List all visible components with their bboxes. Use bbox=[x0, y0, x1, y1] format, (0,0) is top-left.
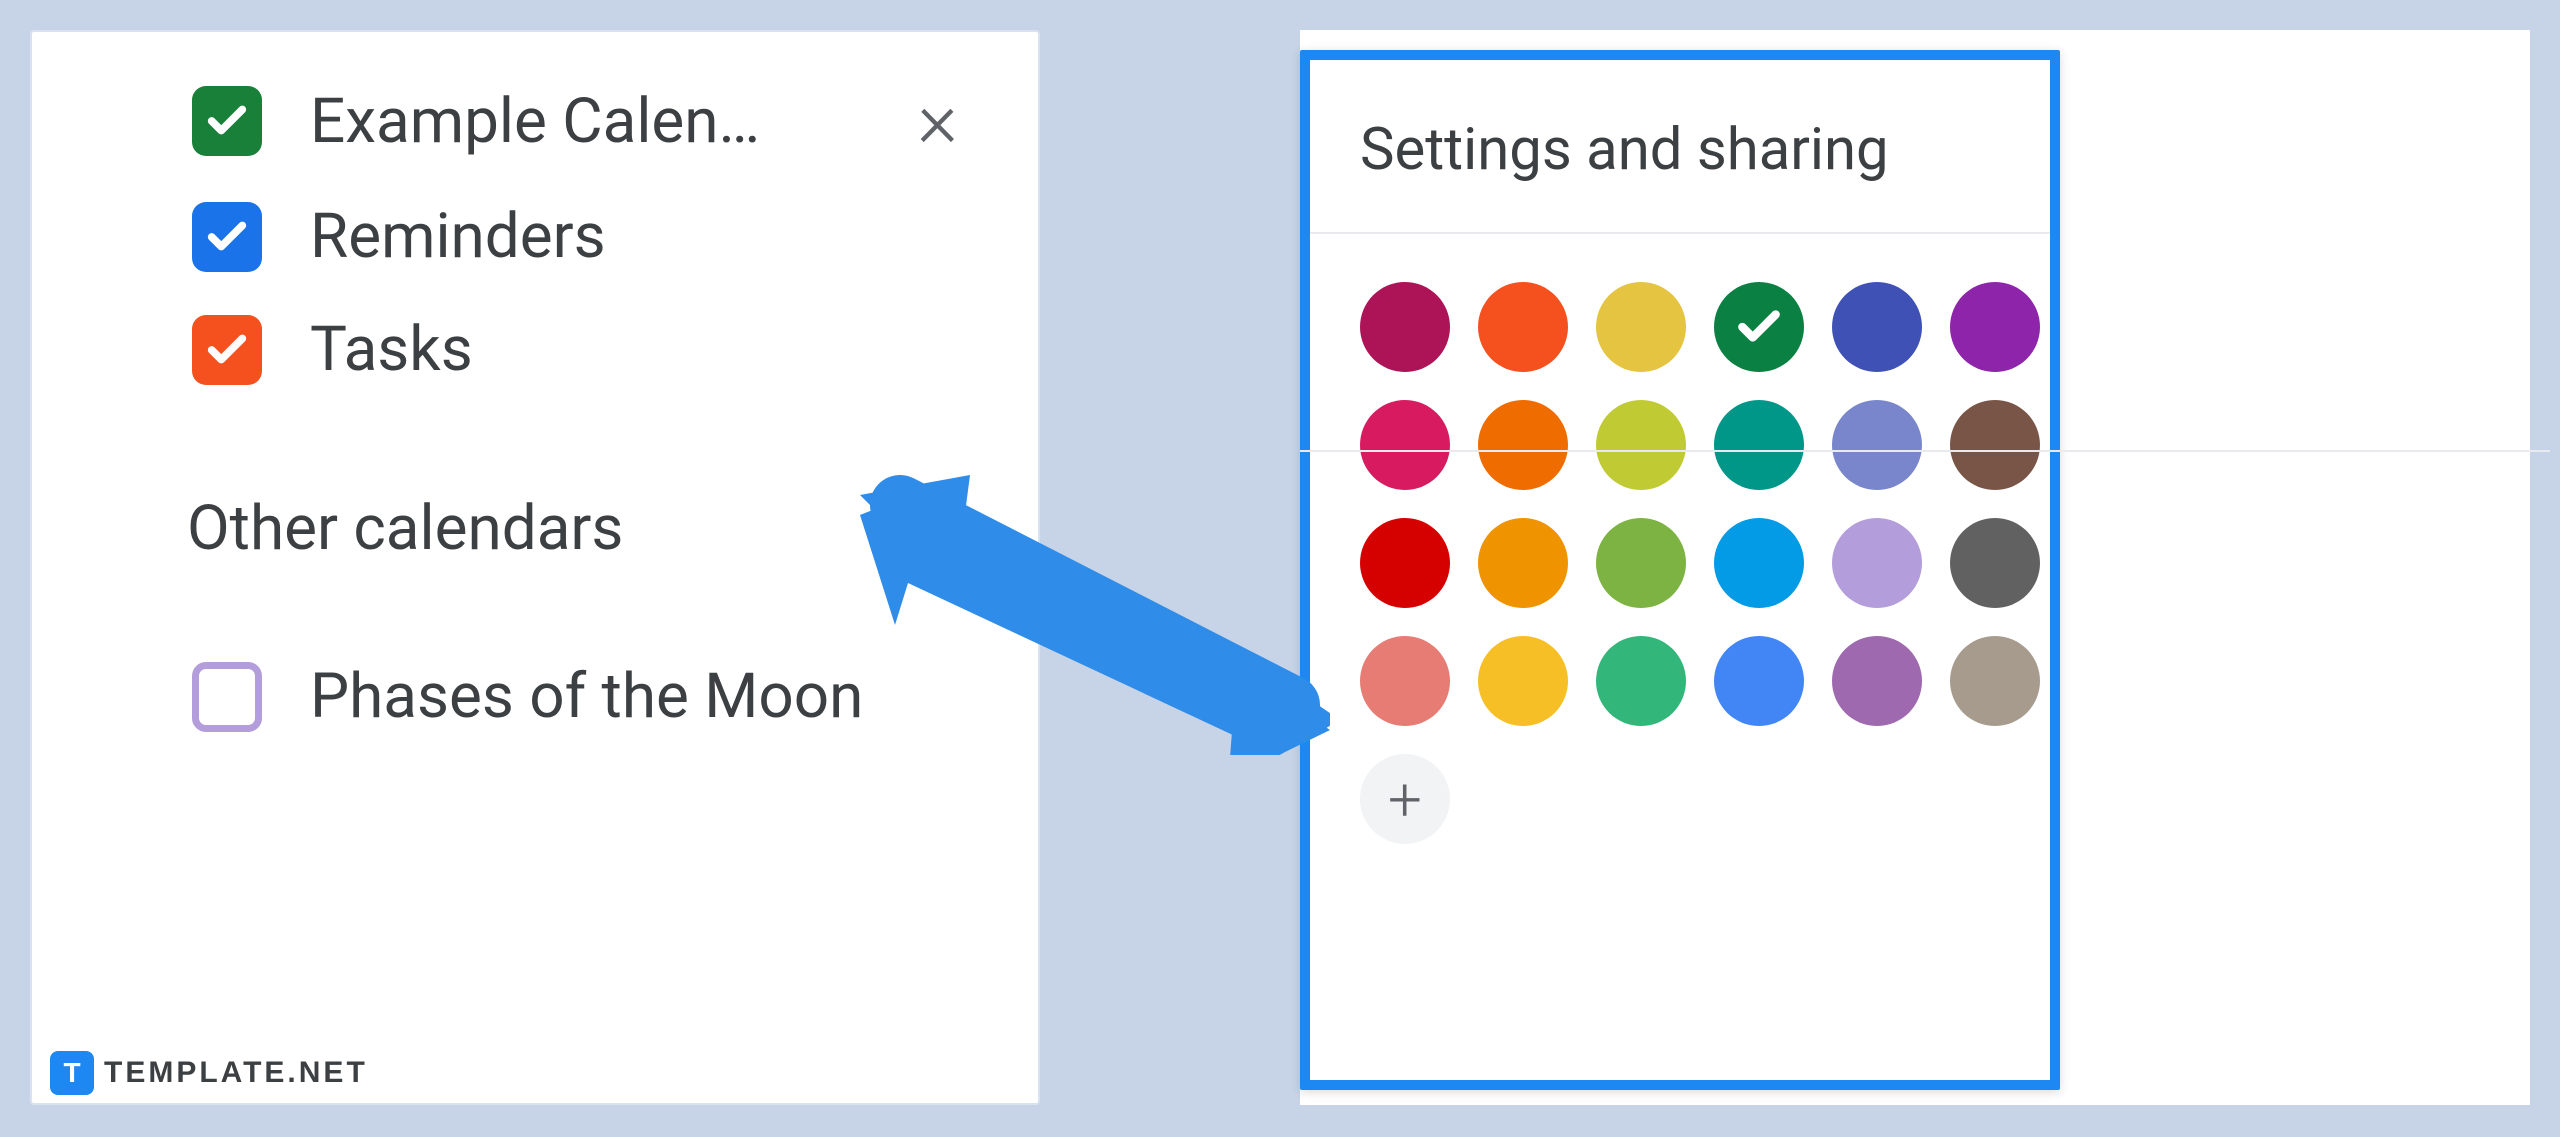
other-calendars-header: Other calendars + bbox=[32, 406, 1038, 600]
checkbox-example-calendar[interactable] bbox=[192, 86, 262, 156]
color-swatch[interactable] bbox=[1596, 400, 1686, 490]
color-swatch[interactable] bbox=[1832, 400, 1922, 490]
color-swatch[interactable] bbox=[1360, 636, 1450, 726]
template-net-watermark: T TEMPLATE.NET bbox=[50, 1051, 368, 1095]
color-swatch[interactable] bbox=[1596, 636, 1686, 726]
other-calendars-title: Other calendars bbox=[187, 492, 623, 565]
color-swatch[interactable] bbox=[1360, 400, 1450, 490]
color-swatch[interactable] bbox=[1478, 400, 1568, 490]
check-icon bbox=[204, 98, 250, 144]
color-swatch[interactable] bbox=[1360, 518, 1450, 608]
checkbox-tasks[interactable] bbox=[192, 315, 262, 385]
popover-header[interactable]: Settings and sharing bbox=[1310, 60, 2050, 234]
check-icon bbox=[204, 327, 250, 373]
color-swatch[interactable] bbox=[1714, 518, 1804, 608]
color-swatch[interactable] bbox=[1714, 282, 1804, 372]
color-picker-grid: + bbox=[1310, 234, 2050, 874]
color-swatch[interactable] bbox=[1360, 282, 1450, 372]
color-swatch[interactable] bbox=[1596, 282, 1686, 372]
add-other-calendar-button[interactable]: + bbox=[901, 486, 948, 570]
calendar-label: Example Calen… bbox=[310, 85, 869, 158]
color-swatch[interactable] bbox=[1832, 282, 1922, 372]
content-area: Settings and sharing + bbox=[1300, 30, 2530, 1105]
calendar-sidebar: Example Calen… × Reminders Tasks Other c… bbox=[30, 30, 1040, 1105]
checkbox-phases-moon[interactable] bbox=[192, 662, 262, 732]
calendar-item-example[interactable]: Example Calen… × bbox=[32, 62, 1038, 180]
calendar-label: Reminders bbox=[310, 200, 978, 273]
template-logo-text: TEMPLATE.NET bbox=[104, 1056, 368, 1090]
close-icon[interactable]: × bbox=[917, 82, 978, 160]
color-swatch[interactable] bbox=[1478, 636, 1568, 726]
calendar-item-reminders[interactable]: Reminders bbox=[32, 180, 1038, 293]
color-swatch[interactable] bbox=[1950, 636, 2040, 726]
color-swatch[interactable] bbox=[1950, 400, 2040, 490]
calendar-options-popover: Settings and sharing + bbox=[1300, 50, 2060, 1090]
color-swatch[interactable] bbox=[1714, 636, 1804, 726]
color-swatch[interactable] bbox=[1950, 518, 2040, 608]
color-swatch[interactable] bbox=[1832, 636, 1922, 726]
check-icon bbox=[204, 214, 250, 260]
color-swatch[interactable] bbox=[1478, 518, 1568, 608]
check-icon bbox=[1734, 302, 1784, 352]
template-logo-icon: T bbox=[50, 1051, 94, 1095]
screenshot-stage: Example Calen… × Reminders Tasks Other c… bbox=[20, 20, 2540, 1117]
color-swatch[interactable] bbox=[1714, 400, 1804, 490]
divider-line bbox=[1300, 450, 2550, 452]
settings-sharing-label: Settings and sharing bbox=[1360, 116, 2000, 184]
add-custom-color-button[interactable]: + bbox=[1360, 754, 1450, 844]
calendar-item-tasks[interactable]: Tasks bbox=[32, 293, 1038, 406]
checkbox-reminders[interactable] bbox=[192, 202, 262, 272]
color-swatch[interactable] bbox=[1478, 282, 1568, 372]
calendar-label: Tasks bbox=[310, 313, 978, 386]
color-swatch[interactable] bbox=[1832, 518, 1922, 608]
color-swatch[interactable] bbox=[1950, 282, 2040, 372]
color-swatch[interactable] bbox=[1596, 518, 1686, 608]
calendar-label: Phases of the Moon bbox=[310, 660, 978, 733]
calendar-item-phases-moon[interactable]: Phases of the Moon bbox=[32, 600, 1038, 753]
